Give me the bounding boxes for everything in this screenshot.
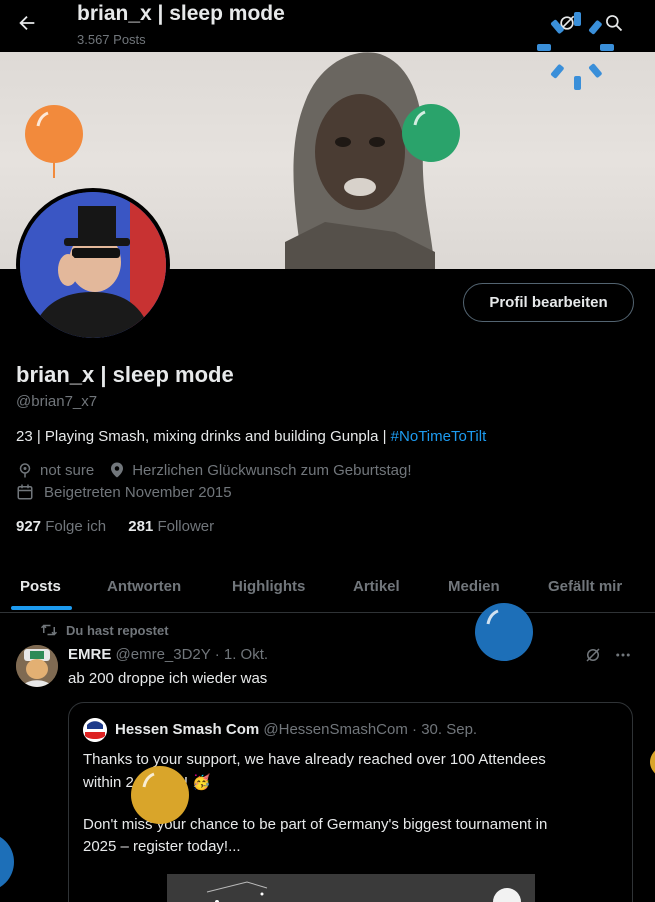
post-more-button[interactable] — [613, 645, 633, 665]
page-title: brian_x | sleep mode — [77, 2, 285, 25]
quote-media-image[interactable] — [167, 874, 535, 902]
edit-profile-button[interactable]: Profil bearbeiten — [463, 283, 634, 322]
repost-indicator: Du hast repostet — [40, 622, 169, 638]
birthday-balloon-icon — [25, 105, 83, 178]
pronouns-icon — [16, 461, 34, 479]
birthday-balloon-icon — [402, 104, 460, 162]
posts-count: 3.567 Posts — [77, 32, 146, 47]
location-pin-icon — [108, 461, 126, 479]
bio-text: 23 | Playing Smash, mixing drinks and bu… — [16, 428, 391, 445]
quote-author-name: Hessen Smash Com — [115, 721, 260, 738]
post-author-name[interactable]: EMRE — [68, 646, 111, 663]
tab-replies[interactable]: Antworten — [107, 560, 181, 612]
quote-author-handle: @HessenSmashCom — [263, 721, 408, 738]
quote-separator: · — [412, 721, 418, 738]
follow-stats: 927 Folge ich 281 Follower — [16, 518, 214, 535]
birthday-balloon-icon — [650, 750, 655, 774]
following-link[interactable]: 927 Folge ich — [16, 518, 110, 535]
post-author-avatar[interactable] — [16, 645, 58, 687]
back-button[interactable] — [14, 10, 40, 36]
user-handle: @brian7_x7 — [16, 393, 98, 410]
arrow-left-icon — [19, 15, 35, 31]
repost-icon — [40, 624, 58, 636]
bio: 23 | Playing Smash, mixing drinks and bu… — [16, 428, 486, 445]
tab-articles[interactable]: Artikel — [353, 560, 400, 612]
quote-header: Hessen Smash Com @HessenSmashCom · 30. S… — [115, 721, 477, 738]
bio-hashtag-link[interactable]: #NoTimeToTilt — [391, 428, 487, 445]
more-icon — [616, 653, 630, 657]
following-count: 927 — [16, 518, 42, 535]
quote-author-avatar — [83, 718, 107, 742]
quote-date: 30. Sep. — [421, 721, 478, 738]
post-separator: · — [214, 646, 220, 663]
active-tab-indicator — [11, 606, 72, 610]
avatar-photo — [20, 192, 166, 338]
quote-text-line: 2025 – register today!... — [83, 838, 241, 855]
profile-tabs: Posts Antworten Highlights Artikel Medie… — [0, 560, 655, 613]
followers-label: Follower — [157, 518, 215, 535]
tab-highlights[interactable]: Highlights — [232, 560, 305, 612]
post-text: ab 200 droppe ich wieder was — [68, 670, 268, 687]
post-author-photo — [16, 645, 58, 687]
post-author-handle[interactable]: @emre_3D2Y — [116, 646, 211, 663]
birthday-balloon-icon — [475, 603, 533, 661]
loading-spinner — [537, 12, 614, 90]
following-label: Folge ich — [45, 518, 107, 535]
quote-author-logo — [83, 718, 107, 742]
profile-avatar[interactable] — [16, 188, 170, 342]
display-name: brian_x | sleep mode — [16, 362, 234, 387]
joined-row: Beigetreten November 2015 — [16, 483, 232, 501]
followers-link[interactable]: 281 Follower — [128, 518, 214, 535]
grok-post-button[interactable] — [583, 645, 603, 665]
joined-text: Beigetreten November 2015 — [44, 483, 232, 501]
repost-label: Du hast repostet — [66, 622, 169, 638]
tab-likes[interactable]: Gefällt mir — [548, 560, 622, 612]
pronouns-text: not sure — [40, 461, 95, 479]
quote-media-photo — [167, 874, 535, 902]
location-text: Herzlichen Glückwunsch zum Geburtstag! — [132, 461, 412, 479]
grok-icon — [586, 648, 600, 662]
tab-posts[interactable]: Posts — [20, 560, 61, 612]
birthday-balloon-icon — [131, 766, 189, 824]
post-date[interactable]: 1. Okt. — [224, 646, 268, 663]
profile-meta-row: not sure Herzlichen Glückwunsch zum Gebu… — [16, 461, 411, 479]
post-header: EMRE @emre_3D2Y · 1. Okt. — [68, 646, 268, 663]
birthday-balloon-icon — [0, 836, 14, 888]
calendar-icon — [16, 483, 34, 501]
followers-count: 281 — [128, 518, 154, 535]
